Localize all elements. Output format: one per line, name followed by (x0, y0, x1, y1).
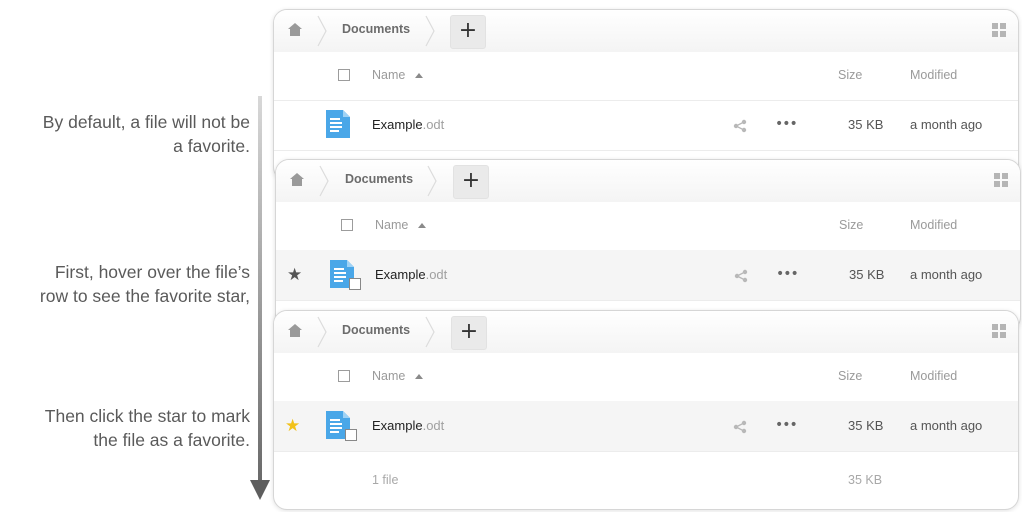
home-icon[interactable] (288, 23, 302, 36)
column-name[interactable]: Name (372, 369, 405, 383)
grid-view-icon[interactable] (994, 173, 1008, 187)
file-size: 35 KB (849, 267, 885, 282)
summary-file-count: 1 file (372, 473, 399, 487)
file-row[interactable]: ★ Example.odt ••• 35 KB a month ago (274, 401, 1018, 452)
column-modified[interactable]: Modified (910, 218, 957, 232)
caption-line: a favorite. (173, 136, 250, 156)
breadcrumb: Documents + (274, 10, 1018, 52)
favorite-star-icon[interactable]: ★ (285, 418, 300, 435)
breadcrumb-separator-icon (317, 15, 327, 47)
more-actions-icon[interactable]: ••• (775, 116, 798, 132)
file-row[interactable]: Example.odt ••• 35 KB a month ago (274, 100, 1018, 151)
select-all-checkbox[interactable] (338, 69, 350, 81)
file-list-header: Name Size Modified (274, 50, 1018, 101)
more-actions-icon[interactable]: ••• (776, 266, 799, 282)
column-modified[interactable]: Modified (910, 369, 957, 383)
caption-line: the file as a favorite. (93, 430, 250, 450)
breadcrumb: Documents + (276, 160, 1020, 202)
home-icon[interactable] (288, 324, 302, 337)
sort-ascending-icon (415, 73, 423, 78)
column-size[interactable]: Size (839, 218, 863, 232)
file-name[interactable]: Example.odt (372, 117, 444, 132)
sort-ascending-icon (415, 374, 423, 379)
summary-total-size: 35 KB (848, 473, 883, 487)
document-icon (326, 110, 350, 138)
column-name[interactable]: Name (372, 68, 405, 82)
file-modified: a month ago (910, 267, 983, 282)
breadcrumb-documents[interactable]: Documents (342, 22, 410, 36)
files-panel-default: Documents + Name Size Modified Example.o… (273, 9, 1019, 181)
row-select-checkbox[interactable] (345, 429, 357, 441)
files-panel-hover: Documents + Name Size Modified ★ Example… (275, 159, 1021, 331)
column-size[interactable]: Size (838, 68, 862, 82)
column-size[interactable]: Size (838, 369, 862, 383)
file-modified: a month ago (910, 418, 983, 433)
progress-arrow-line (258, 96, 262, 482)
breadcrumb: Documents + (274, 311, 1018, 353)
arrow-down-icon (250, 480, 270, 500)
row-select-checkbox[interactable] (349, 278, 361, 290)
new-button[interactable]: + (453, 165, 489, 199)
breadcrumb-documents[interactable]: Documents (342, 323, 410, 337)
caption-click: Then click the star to mark the file as … (0, 404, 250, 452)
file-size: 35 KB (848, 418, 884, 433)
file-name[interactable]: Example.odt (375, 267, 447, 282)
file-list-header: Name Size Modified (276, 200, 1020, 251)
caption-line: By default, a file will not be (42, 112, 250, 132)
caption-line: Then click the star to mark (44, 406, 250, 426)
more-actions-icon[interactable]: ••• (775, 417, 798, 433)
home-icon[interactable] (290, 173, 304, 186)
column-modified[interactable]: Modified (910, 68, 957, 82)
breadcrumb-separator-icon (317, 316, 327, 348)
caption-line: First, hover over the file’s (54, 262, 250, 282)
caption-line: row to see the favorite star, (39, 286, 250, 306)
breadcrumb-separator-icon (319, 165, 329, 197)
file-basename: Example (372, 117, 423, 132)
share-icon[interactable] (733, 420, 747, 434)
file-extension: .odt (425, 267, 448, 282)
sort-ascending-icon (418, 223, 426, 228)
caption-hover: First, hover over the file’s row to see … (0, 260, 250, 308)
breadcrumb-documents[interactable]: Documents (345, 172, 413, 186)
caption-default: By default, a file will not be a favorit… (0, 110, 250, 158)
grid-view-icon[interactable] (992, 23, 1006, 37)
file-extension: .odt (422, 418, 445, 433)
file-basename: Example (375, 267, 426, 282)
select-all-checkbox[interactable] (341, 219, 353, 231)
files-panel-favorited: Documents + Name Size Modified ★ Example… (273, 310, 1019, 510)
file-list-header: Name Size Modified (274, 351, 1018, 402)
breadcrumb-separator-icon (425, 15, 435, 47)
file-size: 35 KB (848, 117, 884, 132)
breadcrumb-separator-icon (427, 165, 437, 197)
file-modified: a month ago (910, 117, 983, 132)
grid-view-icon[interactable] (992, 324, 1006, 338)
favorite-star-icon[interactable]: ★ (287, 267, 302, 284)
file-basename: Example (372, 418, 423, 433)
new-button[interactable]: + (450, 15, 486, 49)
share-icon[interactable] (733, 119, 747, 133)
file-name[interactable]: Example.odt (372, 418, 444, 433)
breadcrumb-separator-icon (425, 316, 435, 348)
column-name[interactable]: Name (375, 218, 408, 232)
select-all-checkbox[interactable] (338, 370, 350, 382)
file-extension: .odt (422, 117, 445, 132)
share-icon[interactable] (734, 269, 748, 283)
new-button[interactable]: + (451, 316, 487, 350)
file-row[interactable]: ★ Example.odt ••• 35 KB a month ago (276, 250, 1020, 301)
